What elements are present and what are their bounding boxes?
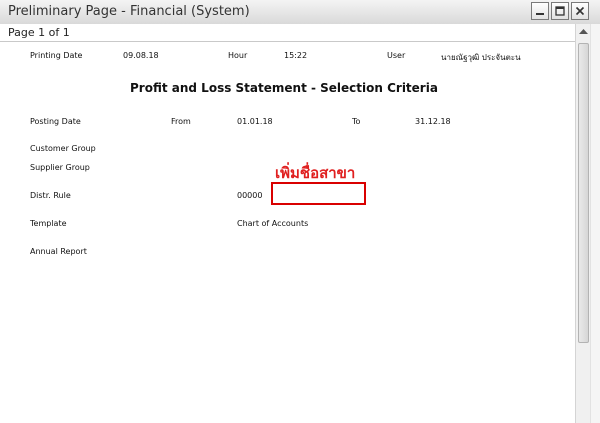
posting-date-label: Posting Date — [30, 117, 81, 126]
to-label: To — [352, 117, 361, 126]
annual-report-label: Annual Report — [30, 247, 87, 256]
distr-rule-label: Distr. Rule — [30, 191, 71, 200]
template-value: Chart of Accounts — [237, 219, 309, 228]
from-value: 01.01.18 — [237, 117, 273, 126]
report-title: Profit and Loss Statement - Selection Cr… — [130, 81, 438, 95]
printing-date-value: 09.08.18 — [123, 51, 159, 60]
scrollbar-thumb[interactable] — [578, 43, 589, 343]
minimize-icon — [536, 13, 544, 15]
hour-value: 15:22 — [284, 51, 308, 60]
to-value: 31.12.18 — [415, 117, 451, 126]
page-indicator: Page 1 of 1 — [8, 26, 70, 39]
supplier-group-label: Supplier Group — [30, 163, 90, 172]
vertical-scrollbar[interactable] — [575, 24, 591, 423]
from-label: From — [171, 117, 191, 126]
scroll-up-arrow-icon[interactable] — [577, 25, 590, 39]
customer-group-label: Customer Group — [30, 144, 96, 153]
user-label: User — [387, 51, 406, 60]
distr-rule-value: 00000 — [237, 191, 263, 200]
maximize-button[interactable] — [551, 2, 569, 20]
close-icon — [575, 6, 585, 16]
printing-date-label: Printing Date — [30, 51, 83, 60]
user-value: นายณัฐวุฒิ ประจันตะน — [441, 53, 521, 62]
minimize-button[interactable] — [531, 2, 549, 20]
window-title: Preliminary Page - Financial (System) — [8, 4, 250, 19]
close-button[interactable] — [571, 2, 589, 20]
hour-label: Hour — [228, 51, 248, 60]
highlight-box — [271, 182, 366, 205]
maximize-icon — [555, 6, 565, 16]
window-titlebar[interactable]: Preliminary Page - Financial (System) — [0, 0, 600, 25]
page-indicator-bar: Page 1 of 1 — [0, 24, 575, 42]
outer-window-edge — [590, 24, 600, 423]
template-label: Template — [30, 219, 67, 228]
